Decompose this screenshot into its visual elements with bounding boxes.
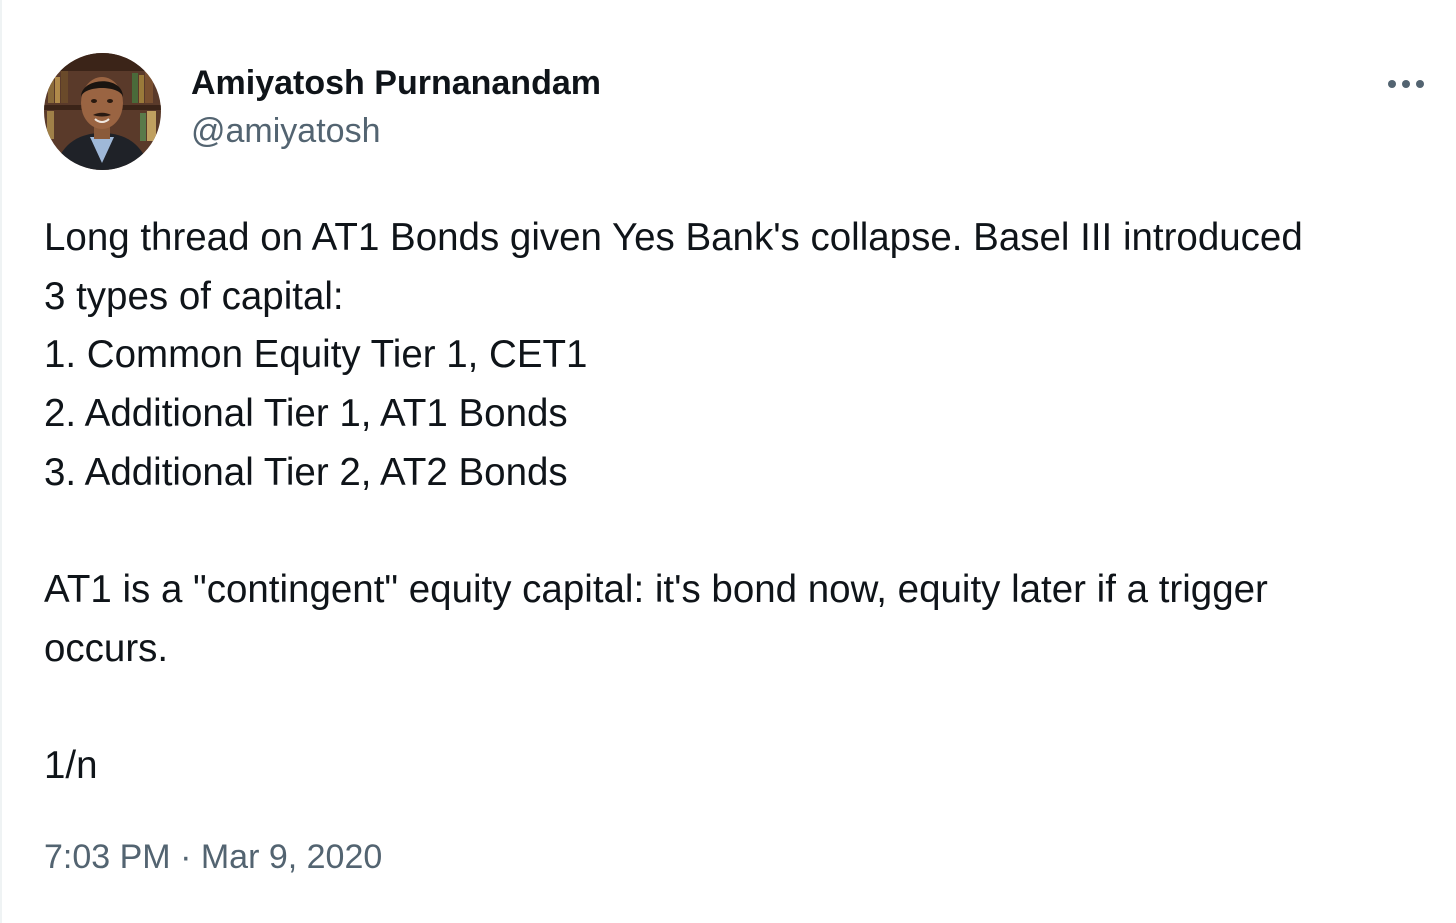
tweet-text-line: 1. Common Equity Tier 1, CET1 bbox=[44, 333, 588, 377]
tweet-text-line: 2. Additional Tier 1, AT1 Bonds bbox=[44, 392, 568, 436]
more-horizontal-icon bbox=[1388, 80, 1424, 88]
tweet-text-line: 1/n bbox=[44, 744, 98, 788]
tweet-text-line: AT1 is a "contingent" equity capital: it… bbox=[44, 568, 1268, 612]
avatar[interactable] bbox=[44, 53, 161, 170]
tweet-timestamp[interactable]: 7:03 PM · Mar 9, 2020 bbox=[44, 835, 382, 879]
author-display-name[interactable]: Amiyatosh Purnanandam bbox=[191, 62, 601, 104]
author-handle[interactable]: @amiyatosh bbox=[191, 110, 601, 152]
tweet-text-line: 3 types of capital: bbox=[44, 274, 344, 318]
tweet-card: Amiyatosh Purnanandam @amiyatosh Long th… bbox=[0, 0, 1456, 923]
profile-photo-icon bbox=[44, 53, 161, 170]
tweet-text-blank-line bbox=[44, 679, 1439, 738]
tweet-text-line: Long thread on AT1 Bonds given Yes Bank'… bbox=[44, 216, 1303, 259]
tweet-text-line: occurs. bbox=[44, 626, 169, 670]
author-info[interactable]: Amiyatosh Purnanandam @amiyatosh bbox=[191, 62, 601, 152]
tweet-text-blank-line bbox=[44, 502, 1439, 561]
more-options-button[interactable] bbox=[1382, 64, 1430, 104]
tweet-text-line: 3. Additional Tier 2, AT2 Bonds bbox=[44, 450, 568, 494]
tweet-text: Long thread on AT1 Bonds given Yes Bank'… bbox=[44, 209, 1439, 796]
